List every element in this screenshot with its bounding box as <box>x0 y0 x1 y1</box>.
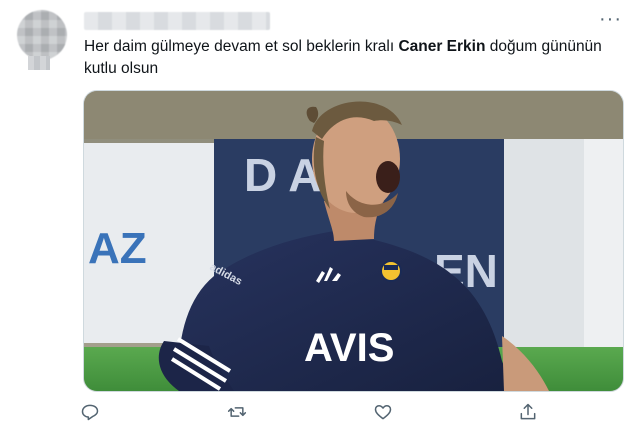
avatar-blur-fragment <box>28 56 50 70</box>
tweet-text-part: Her daim gülmeye devam et sol beklerin k… <box>84 38 399 55</box>
share-icon[interactable] <box>518 402 542 426</box>
tweet-text: Her daim gülmeye devam et sol beklerin k… <box>84 36 624 80</box>
tweet-actions <box>80 402 550 432</box>
user-avatar[interactable] <box>17 10 67 60</box>
heart-icon[interactable] <box>373 402 397 426</box>
user-name-redacted[interactable] <box>84 12 270 30</box>
reply-icon[interactable] <box>80 402 104 426</box>
mention-name: Caner Erkin <box>398 38 486 55</box>
board-text-left: AZ <box>88 224 147 273</box>
jersey-sponsor-text: AVIS <box>304 326 394 370</box>
retweet-icon[interactable] <box>227 402 251 426</box>
more-options-icon[interactable]: ··· <box>599 9 622 29</box>
tweet-photo[interactable]: AZ D AT EN AVIS adidas <box>83 90 624 392</box>
